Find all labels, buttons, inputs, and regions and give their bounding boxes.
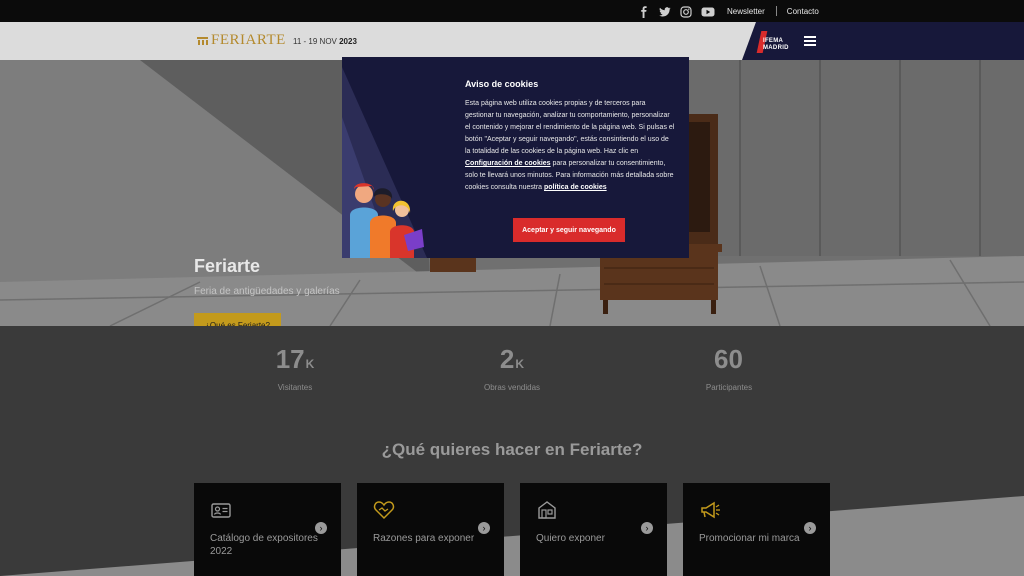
hero-subtitle: Feria de antigüedades y galerías: [194, 286, 340, 297]
card-catalog[interactable]: › Catálogo de expositores 2022: [194, 483, 341, 576]
id-card-icon: [211, 503, 231, 518]
stat-label: Participantes: [705, 383, 753, 392]
dates-year: 2023: [339, 37, 357, 46]
logo-mark-icon: [197, 36, 208, 45]
cookie-text: Esta página web utiliza cookies propias …: [465, 100, 675, 191]
cookie-config-link[interactable]: Configuración de cookies: [465, 160, 551, 167]
cookie-title: Aviso de cookies: [465, 79, 539, 89]
card-label: Razones para exponer: [373, 533, 475, 544]
card-label: Promocionar mi marca: [699, 533, 800, 544]
ifema-logo[interactable]: IFEMA MADRID: [756, 31, 789, 53]
accept-cookies-button[interactable]: Aceptar y seguir navegando: [513, 218, 625, 242]
section-heading: ¿Qué quieres hacer en Feriarte?: [381, 440, 643, 459]
card-reasons[interactable]: › Razones para exponer: [357, 483, 504, 576]
feriarte-logo[interactable]: FERIARTE: [197, 32, 286, 49]
stat-value: 17K: [275, 344, 315, 374]
dates-range: 11 - 19 NOV: [293, 37, 337, 46]
facebook-icon[interactable]: [638, 5, 650, 18]
card-promote[interactable]: › Promocionar mi marca: [683, 483, 830, 576]
logo-text: FERIARTE: [211, 32, 286, 48]
newsletter-link[interactable]: Newsletter: [727, 7, 765, 16]
megaphone-icon: [701, 501, 720, 519]
hero-title: Feriarte: [194, 256, 261, 276]
menu-icon[interactable]: [804, 36, 816, 46]
stat-participants: 60 Participantes: [659, 344, 799, 392]
stand-icon: [538, 501, 556, 519]
event-dates: 11 - 19 NOV 2023: [293, 37, 357, 46]
what-is-feriarte-button[interactable]: ¿Qué es Feriarte?: [194, 313, 281, 326]
instagram-icon[interactable]: [680, 5, 692, 18]
top-links: Newsletter Contacto: [727, 6, 819, 16]
card-exhibit[interactable]: › Quiero exponer: [520, 483, 667, 576]
divider: [775, 6, 777, 16]
stat-label: Visitantes: [277, 383, 313, 392]
cookie-modal: Aviso de cookies Esta página web utiliza…: [342, 57, 689, 258]
ifema-line1: IFEMA: [763, 38, 784, 44]
social-links: [638, 5, 715, 18]
cookie-policy-link[interactable]: política de cookies: [544, 184, 607, 191]
stat-works-sold: 2K Obras vendidas: [442, 344, 582, 392]
youtube-icon[interactable]: [701, 5, 715, 17]
people-illustration: [342, 67, 427, 258]
top-bar: Newsletter Contacto: [0, 0, 1024, 22]
stat-visitors: 17K Visitantes: [225, 344, 365, 392]
ifema-line2: MADRID: [763, 45, 789, 51]
contacto-link[interactable]: Contacto: [787, 7, 819, 16]
stat-label: Obras vendidas: [483, 383, 541, 392]
heart-handshake-icon: [373, 501, 395, 520]
card-label: Catálogo de expositores 2022: [210, 533, 318, 557]
stat-value: 60: [714, 344, 743, 374]
card-label: Quiero exponer: [536, 533, 605, 544]
twitter-icon[interactable]: [659, 5, 671, 17]
stat-value: 2K: [499, 344, 525, 374]
